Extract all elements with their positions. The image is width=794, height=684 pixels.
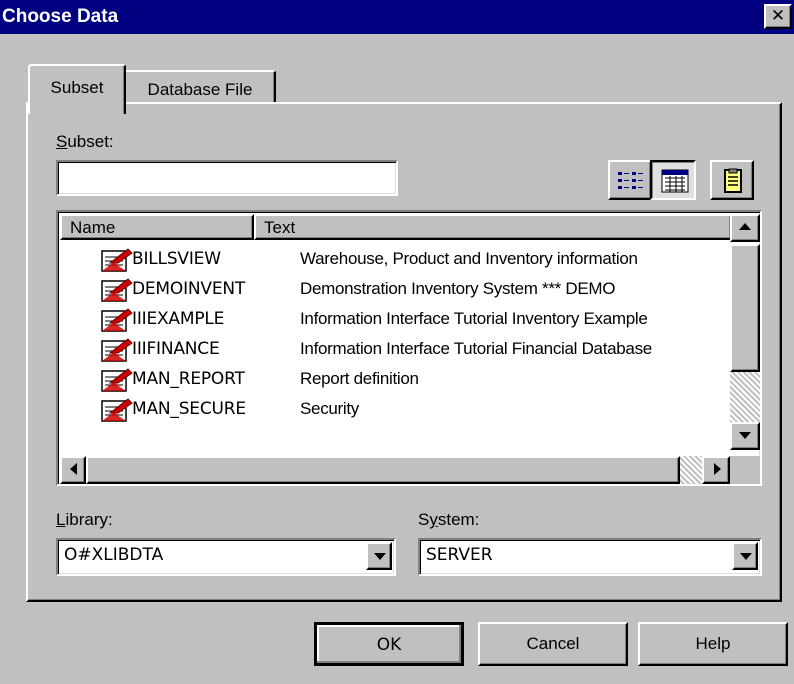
title-bar: Choose Data ✕ [0,0,794,34]
close-icon: ✕ [770,6,786,26]
dialog-title: Choose Data [2,6,119,27]
tab-panel [26,102,782,602]
close-button[interactable]: ✕ [764,4,792,29]
tab-database-file-label: Database File [147,80,253,99]
tab-database-file[interactable]: Database File [124,70,276,104]
ok-button[interactable]: OK [314,622,464,666]
cancel-button[interactable]: Cancel [478,622,628,666]
tab-subset[interactable]: Subset [28,64,126,114]
help-button[interactable]: Help [638,622,788,666]
tab-subset-label: Subset [50,78,104,97]
choose-data-dialog: Choose Data ✕ Subset Database File Subse… [0,0,794,684]
